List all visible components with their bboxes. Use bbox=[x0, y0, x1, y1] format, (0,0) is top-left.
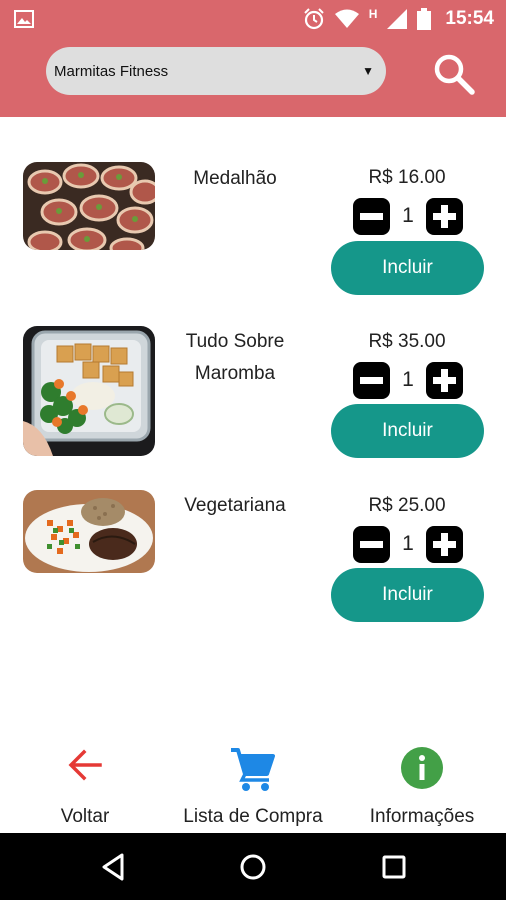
wifi-icon bbox=[334, 9, 359, 28]
system-nav-bar bbox=[0, 833, 506, 900]
product-item: Tudo Sobre Maromba R$ 35.00 1 Incluir bbox=[0, 326, 506, 476]
battery-icon bbox=[417, 8, 432, 30]
quantity-value: 1 bbox=[402, 204, 414, 227]
quantity-stepper: 1 bbox=[353, 526, 463, 566]
nav-shopping-list-label: Lista de Compra bbox=[183, 806, 323, 827]
product-name: Tudo Sobre Maromba bbox=[185, 331, 285, 384]
bottom-nav: Voltar Lista de Compra Informações bbox=[0, 738, 506, 833]
image-notification-icon bbox=[14, 10, 34, 28]
minus-icon[interactable] bbox=[353, 526, 390, 563]
minus-icon[interactable] bbox=[353, 198, 390, 235]
back-triangle-icon[interactable] bbox=[98, 851, 130, 883]
plus-icon[interactable] bbox=[426, 526, 463, 563]
clock: 15:54 bbox=[445, 8, 494, 29]
quantity-value: 1 bbox=[402, 368, 414, 391]
status-bar: H 15:54 bbox=[0, 0, 506, 38]
alarm-icon bbox=[304, 8, 324, 30]
nav-info-label: Informações bbox=[369, 806, 475, 827]
product-name: Medalhão bbox=[193, 168, 277, 189]
info-icon bbox=[401, 747, 443, 789]
quantity-stepper: 1 bbox=[353, 198, 463, 238]
minus-icon[interactable] bbox=[353, 362, 390, 399]
nav-back[interactable]: Voltar bbox=[40, 738, 130, 833]
nav-info[interactable]: Informações bbox=[362, 738, 482, 833]
arrow-left-icon bbox=[68, 749, 102, 781]
plus-icon[interactable] bbox=[426, 362, 463, 399]
recents-square-icon[interactable] bbox=[378, 851, 410, 883]
product-price: R$ 35.00 bbox=[368, 331, 446, 352]
signal-icon bbox=[387, 9, 408, 29]
include-button[interactable]: Incluir bbox=[331, 241, 484, 295]
product-price: R$ 16.00 bbox=[368, 167, 446, 188]
category-select[interactable]: Marmitas Fitness ▼ bbox=[46, 47, 386, 95]
product-image bbox=[23, 162, 155, 250]
nav-shopping-list[interactable]: Lista de Compra bbox=[175, 738, 331, 833]
quantity-stepper: 1 bbox=[353, 362, 463, 402]
home-circle-icon[interactable] bbox=[237, 851, 269, 883]
category-select-value: Marmitas Fitness bbox=[54, 62, 169, 80]
plus-icon[interactable] bbox=[426, 198, 463, 235]
cart-icon bbox=[231, 748, 275, 791]
product-price: R$ 25.00 bbox=[368, 495, 446, 516]
product-item: Vegetariana R$ 25.00 1 Incluir bbox=[0, 490, 506, 640]
include-button[interactable]: Incluir bbox=[331, 568, 484, 622]
product-image bbox=[23, 326, 155, 456]
product-name: Vegetariana bbox=[184, 495, 286, 516]
nav-back-label: Voltar bbox=[60, 806, 110, 827]
network-type-label: H bbox=[368, 7, 378, 21]
quantity-value: 1 bbox=[402, 532, 414, 555]
include-button[interactable]: Incluir bbox=[331, 404, 484, 458]
product-image bbox=[23, 490, 155, 573]
dropdown-arrow-icon: ▼ bbox=[362, 64, 374, 78]
search-icon[interactable] bbox=[432, 52, 476, 96]
product-item: Medalhão R$ 16.00 1 Incluir bbox=[0, 162, 506, 312]
app-header: H 15:54 Marmitas Fitness ▼ bbox=[0, 0, 506, 117]
